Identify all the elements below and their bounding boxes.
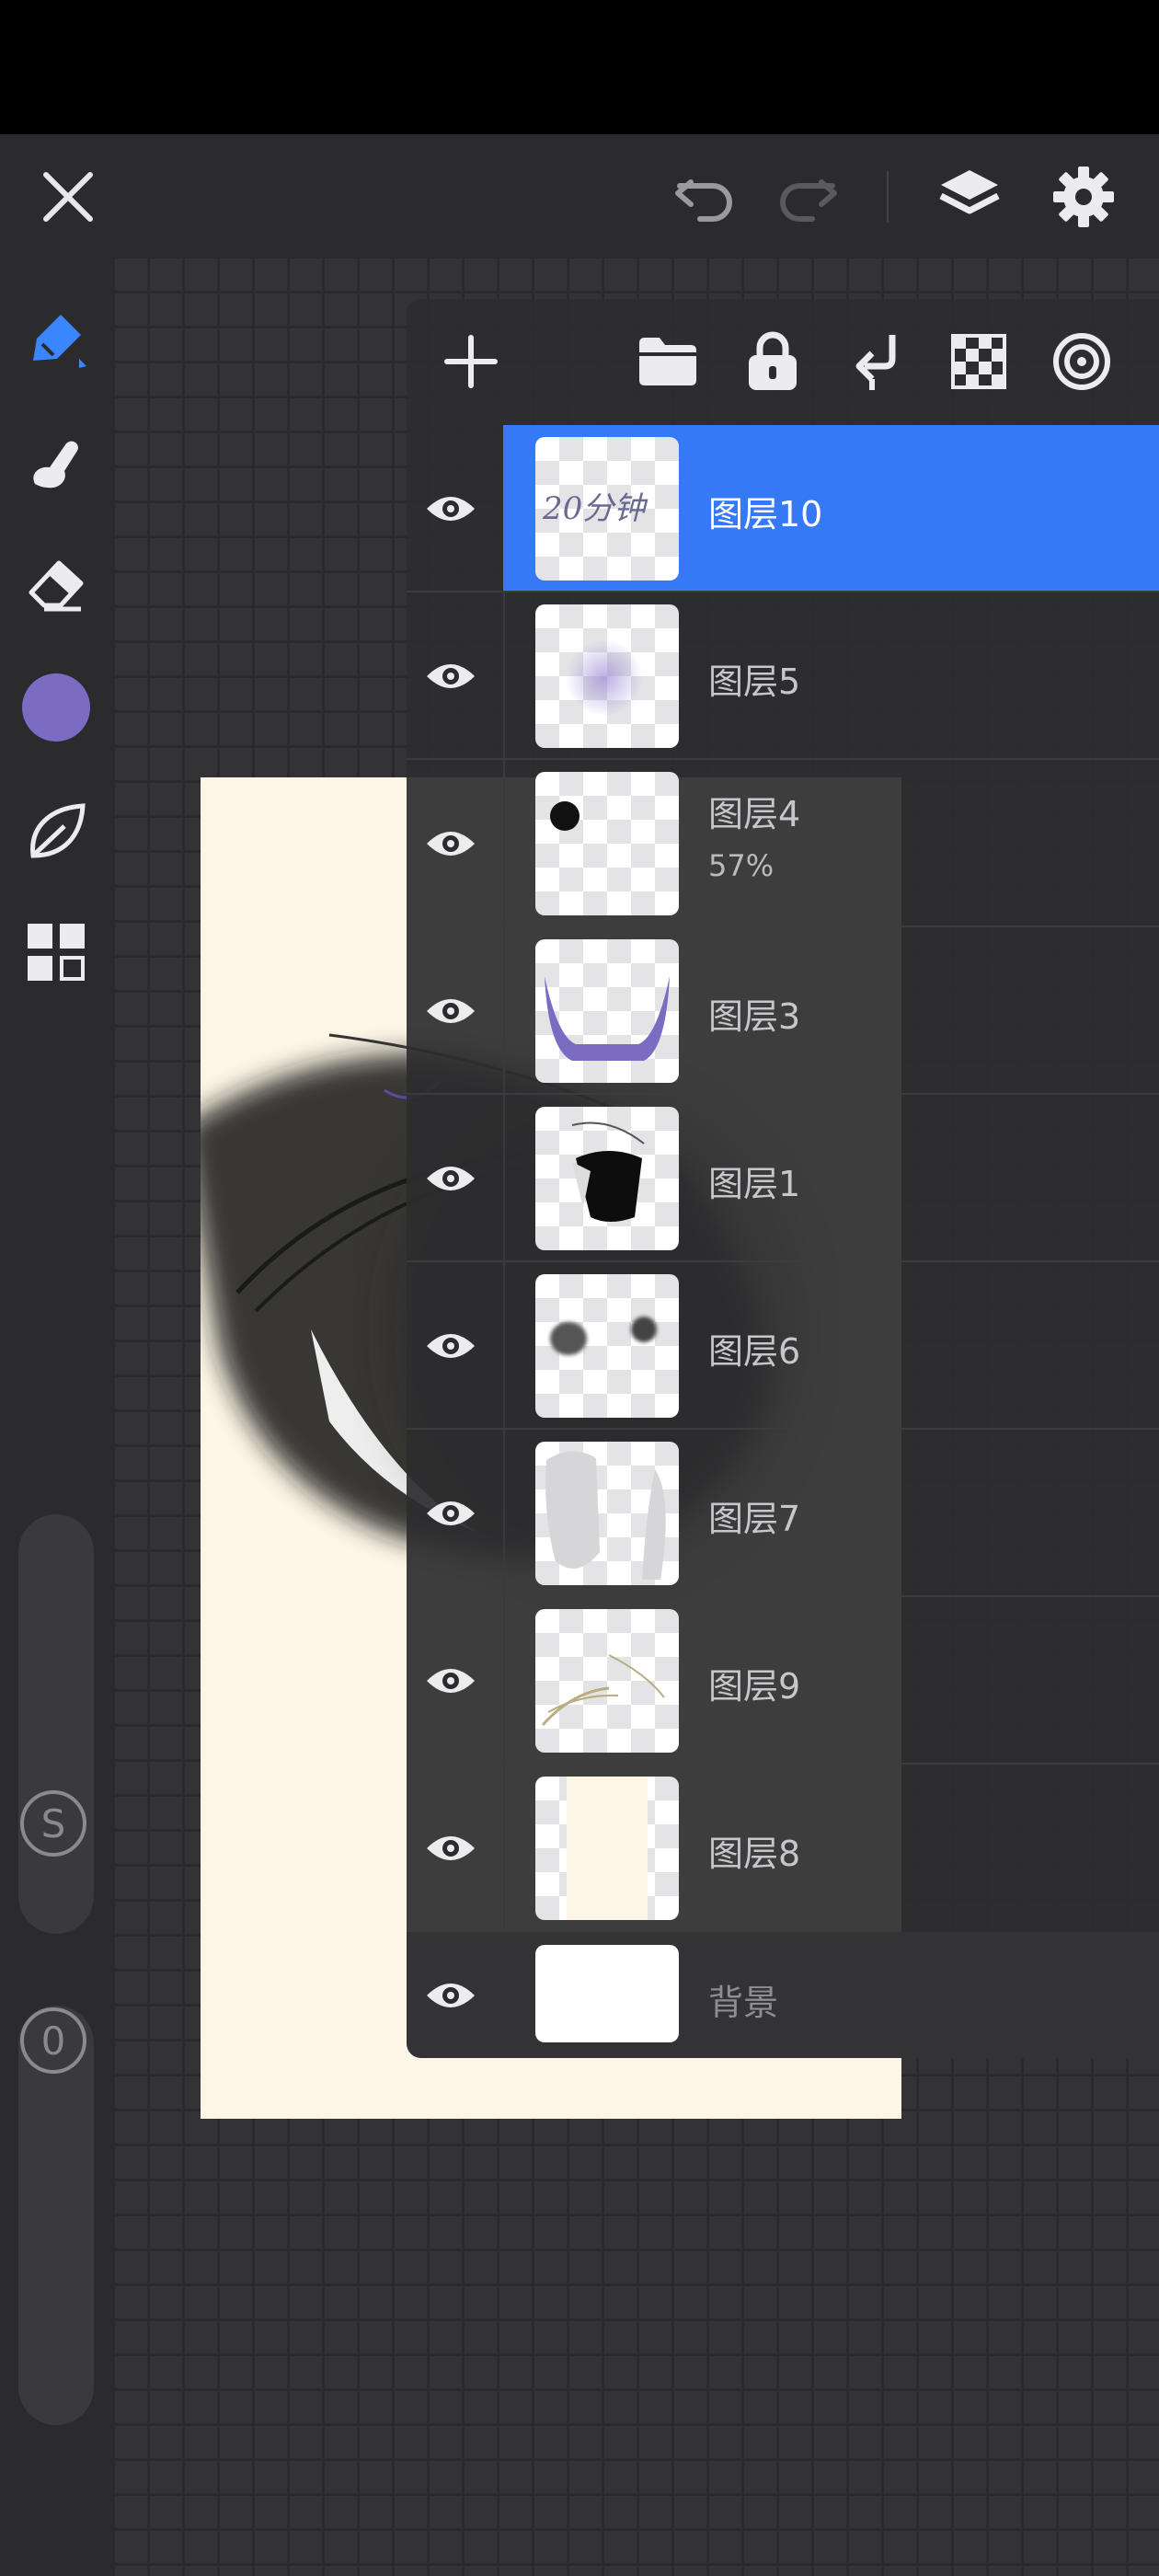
layer-thumbnail	[535, 772, 679, 915]
visibility-eye-icon[interactable]	[423, 1968, 478, 2023]
visibility-eye-icon[interactable]	[423, 481, 478, 536]
size-badge: S	[20, 1790, 86, 1857]
brush-icon[interactable]	[18, 302, 94, 377]
layer-name: 图层7	[708, 1499, 801, 1539]
layer-row[interactable]: 图层3	[407, 927, 1159, 1095]
layer-thumbnail	[535, 1107, 679, 1250]
visibility-eye-icon[interactable]	[423, 816, 478, 871]
layer-thumbnail	[535, 939, 679, 1083]
visibility-eye-icon[interactable]	[423, 1486, 478, 1541]
layer-thumbnail	[535, 1274, 679, 1418]
close-icon[interactable]	[33, 162, 103, 232]
layer-thumbnail: 20分钟	[535, 437, 679, 581]
brush-size-slider[interactable]	[18, 1514, 94, 1934]
merge-down-icon[interactable]	[841, 327, 911, 397]
gear-icon[interactable]	[1049, 162, 1119, 232]
smudge-icon[interactable]	[18, 425, 94, 500]
layers-panel: 20分钟 图层10 图层5 图层4 57% 图层3 图层1 图层6 图层7 图层…	[407, 299, 1159, 2058]
layer-row[interactable]: 图层1	[407, 1095, 1159, 1262]
layer-thumbnail	[535, 1442, 679, 1585]
layer-row[interactable]: 图层8	[407, 1765, 1159, 1932]
layer-name: 图层10	[708, 494, 823, 535]
eraser-icon[interactable]	[18, 546, 94, 622]
layer-name: 背景	[708, 1983, 779, 2023]
layers-panel-toolbar	[407, 299, 1159, 425]
thumbnail-text: 20分钟	[543, 490, 646, 527]
opacity-badge: 0	[20, 2007, 86, 2074]
layer-row[interactable]: 图层6	[407, 1262, 1159, 1430]
background-color-swatch[interactable]	[535, 1945, 679, 2042]
checker-icon[interactable]	[944, 327, 1014, 397]
undo-icon[interactable]	[670, 162, 740, 232]
layer-row[interactable]: 图层4 57%	[407, 760, 1159, 927]
layer-name: 图层3	[708, 996, 801, 1037]
layer-opacity: 57%	[708, 848, 775, 883]
background-layer-row[interactable]: 背景	[407, 1932, 1159, 2058]
layer-row[interactable]: 图层9	[407, 1597, 1159, 1765]
layer-name: 图层1	[708, 1164, 801, 1204]
leaf-icon[interactable]	[18, 793, 94, 868]
layer-thumbnail	[535, 1609, 679, 1753]
add-icon[interactable]	[436, 327, 506, 397]
layer-thumbnail	[535, 1777, 679, 1920]
visibility-eye-icon[interactable]	[423, 1821, 478, 1876]
layer-row[interactable]: 图层7	[407, 1430, 1159, 1597]
layer-name: 图层4	[708, 794, 801, 834]
grid-icon[interactable]	[18, 914, 94, 990]
layer-row[interactable]: 20分钟 图层10	[407, 425, 1159, 592]
visibility-eye-icon[interactable]	[423, 1318, 478, 1374]
layer-row[interactable]: 图层5	[407, 592, 1159, 760]
redo-icon[interactable]	[773, 162, 843, 232]
visibility-eye-icon[interactable]	[423, 1653, 478, 1708]
visibility-eye-icon[interactable]	[423, 649, 478, 704]
status-bar	[0, 0, 1159, 134]
layer-name: 图层9	[708, 1666, 801, 1707]
layer-name: 图层8	[708, 1834, 801, 1874]
visibility-eye-icon[interactable]	[423, 1151, 478, 1206]
lock-icon[interactable]	[738, 327, 808, 397]
reference-icon[interactable]	[1047, 327, 1117, 397]
toolbar-divider	[887, 171, 889, 223]
visibility-eye-icon[interactable]	[423, 983, 478, 1039]
layer-name: 图层6	[708, 1331, 801, 1372]
layer-name: 图层5	[708, 661, 801, 702]
layer-thumbnail	[535, 604, 679, 748]
color-swatch[interactable]	[18, 670, 94, 745]
folder-icon[interactable]	[633, 327, 703, 397]
layers-icon[interactable]	[935, 162, 1004, 232]
